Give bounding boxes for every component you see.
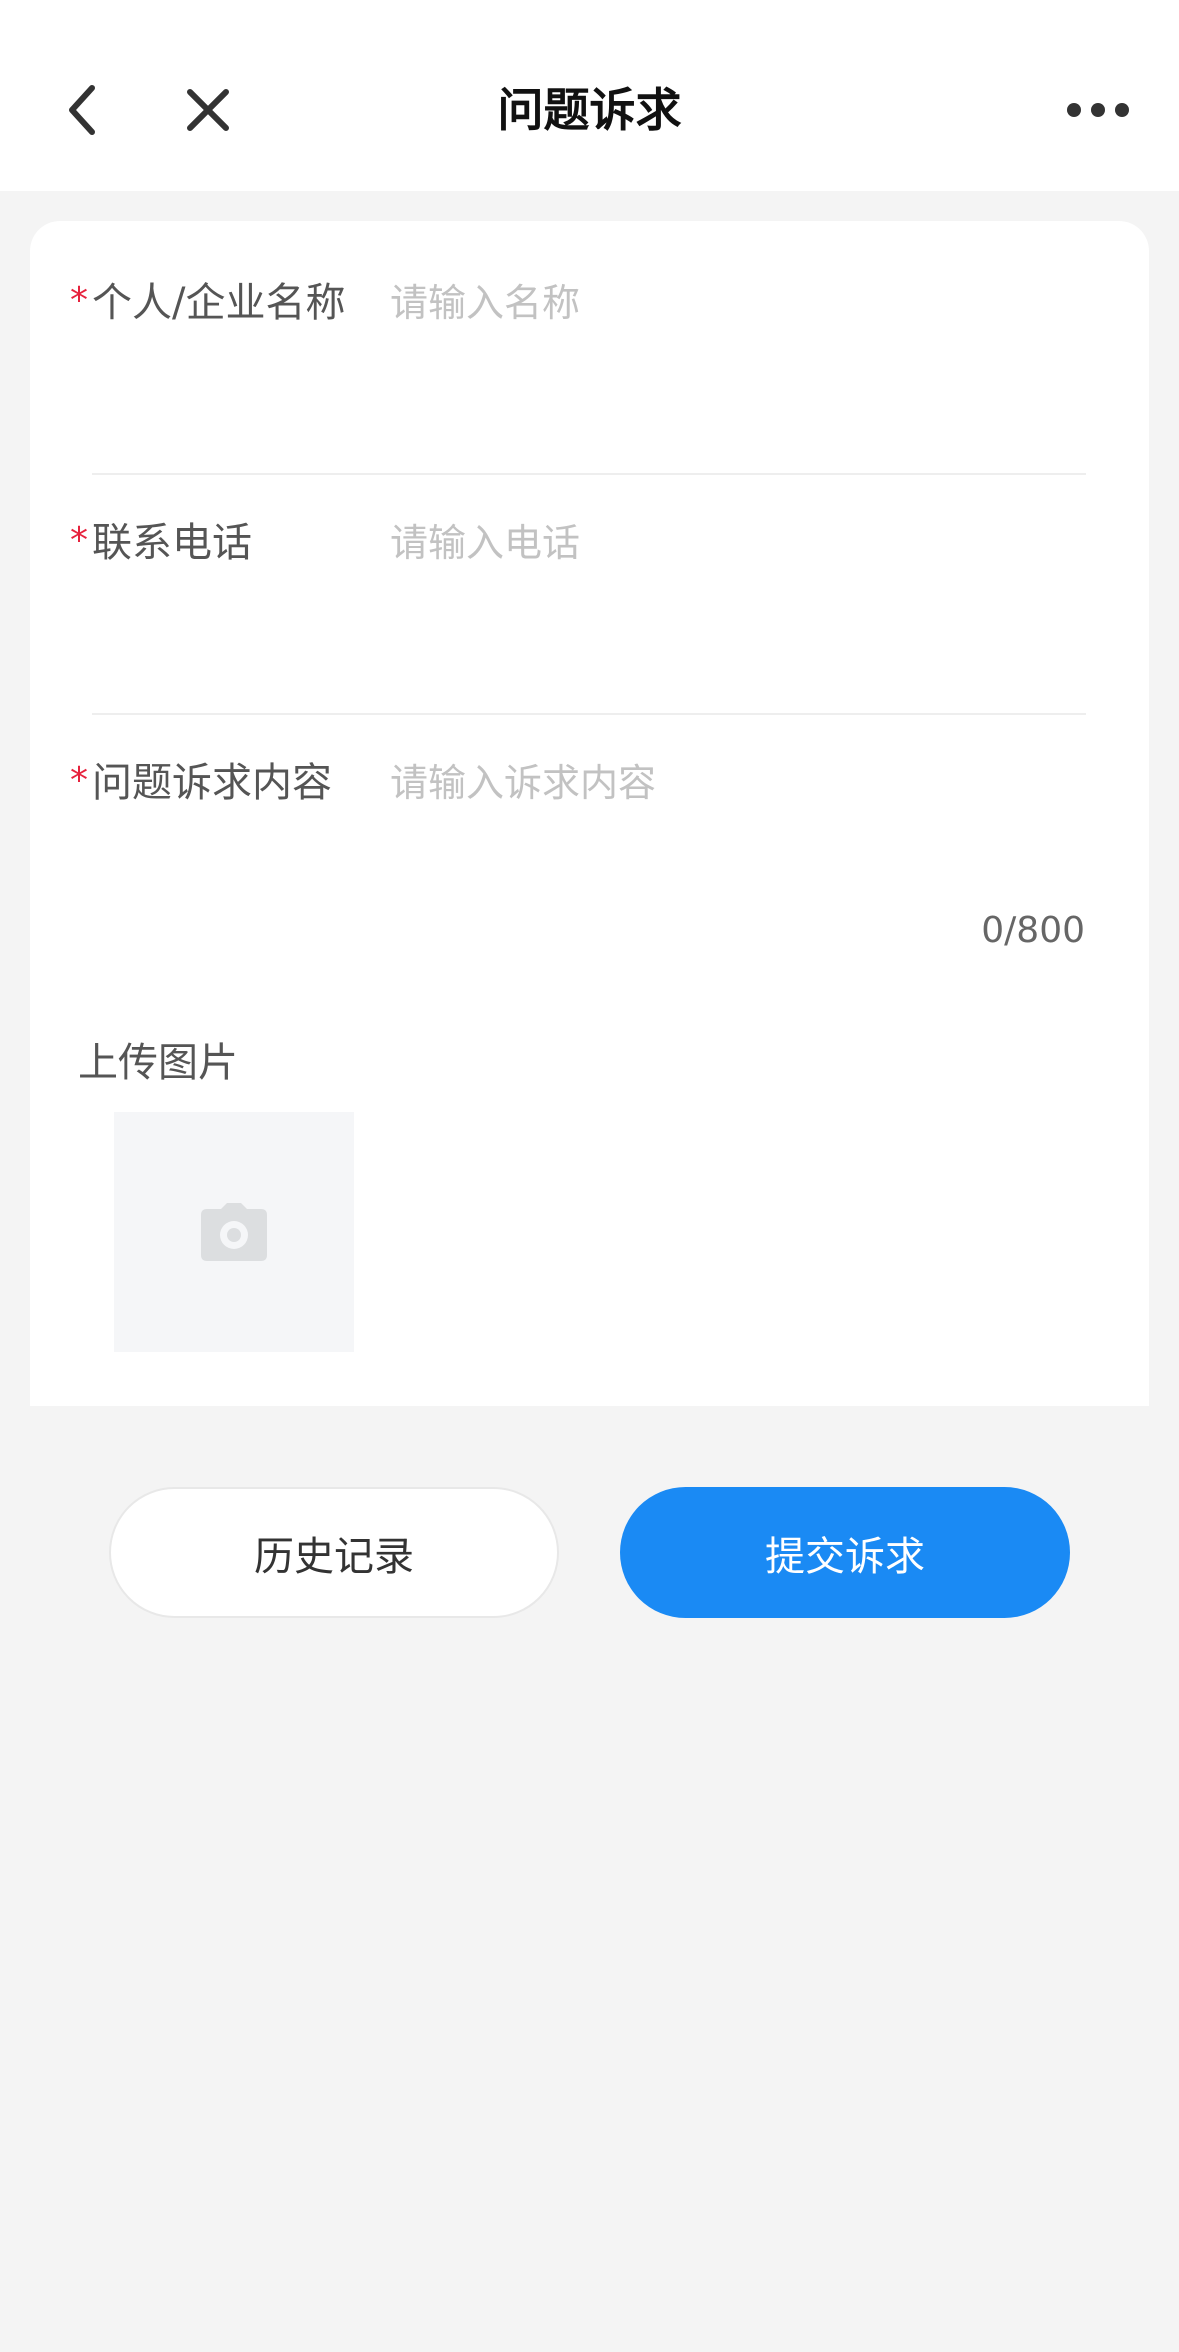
page-title: 问题诉求 [497,83,682,137]
camera-icon [201,1203,267,1261]
name-label: * 个人/企业名称 [70,271,345,337]
more-button[interactable] [1058,70,1138,150]
history-button[interactable]: 历史记录 [109,1487,559,1618]
content-label: * 问题诉求内容 [70,751,332,817]
phone-input[interactable] [390,511,1110,575]
content-label-text: 问题诉求内容 [92,760,332,806]
divider [92,473,1086,475]
form-card: *个人/企业名称 *联系电话 *问题诉求内容 0/800 上传图片 [30,221,1149,1406]
phone-label: * 联系电话 [70,511,252,577]
submit-button[interactable]: 提交诉求 [620,1487,1070,1618]
name-input[interactable] [390,271,1110,335]
phone-label-text: 联系电话 [92,520,252,566]
upload-image-button[interactable] [114,1112,354,1352]
divider [92,713,1086,715]
more-horizontal-icon [1067,103,1129,117]
upload-label: 上传图片 [78,1040,238,1086]
nav-header: 问题诉求 [0,0,1179,191]
name-label-text: 个人/企业名称 [92,280,346,326]
content-textarea[interactable] [390,751,1110,871]
required-mark: * [70,760,88,801]
char-counter: 0/800 [981,910,1085,951]
required-mark: * [70,520,88,561]
required-mark: * [70,280,88,321]
